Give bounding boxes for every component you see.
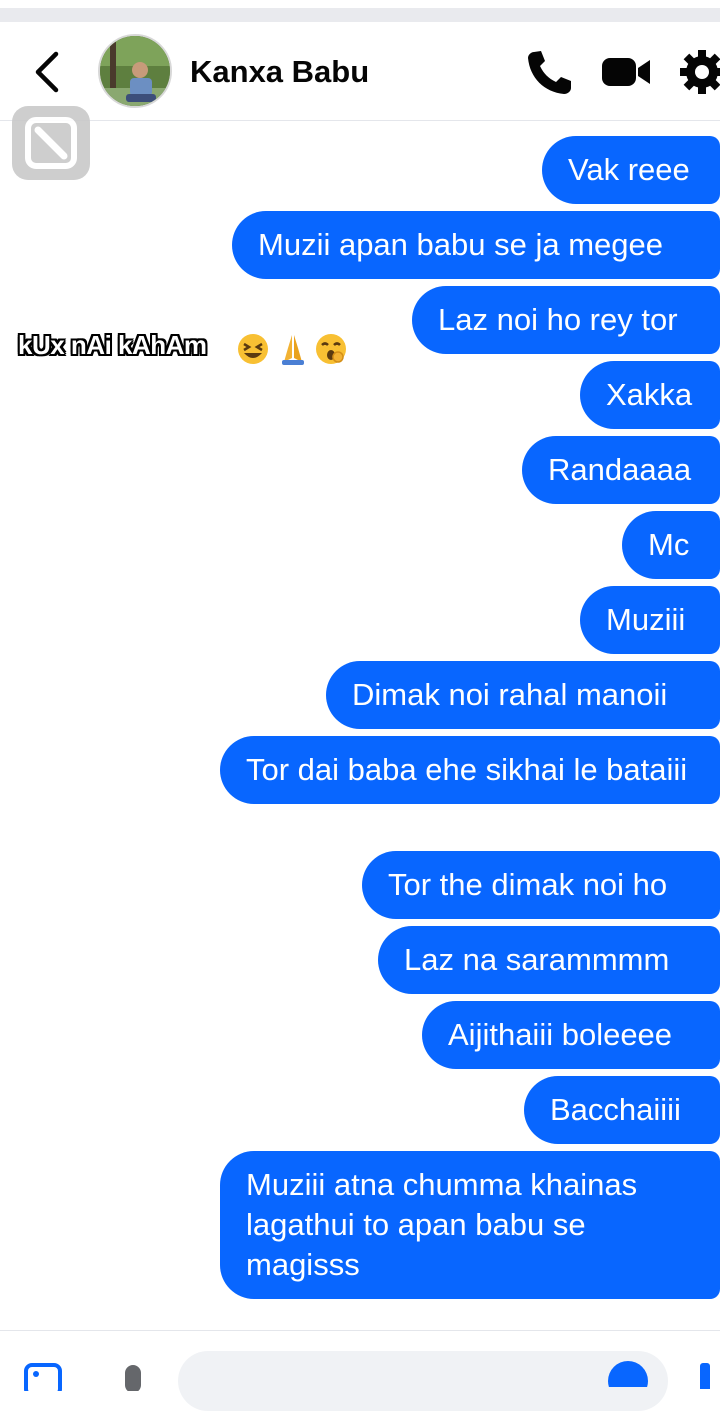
message-input[interactable] bbox=[178, 1351, 668, 1411]
message-bubble[interactable]: Muzii apan babu se ja megee bbox=[232, 211, 720, 279]
status-bar bbox=[0, 0, 720, 22]
caption-emojis bbox=[236, 332, 356, 366]
message-list[interactable]: Vak reee Muzii apan babu se ja megee Laz… bbox=[0, 130, 720, 1310]
chat-header: Kanxa Babu bbox=[0, 22, 720, 121]
message-bubble[interactable]: Muziii bbox=[580, 586, 720, 654]
message-bubble[interactable]: Bacchaiiii bbox=[524, 1076, 720, 1144]
chevron-left-icon bbox=[35, 51, 59, 93]
message-bubble[interactable]: Dimak noi rahal manoii bbox=[326, 661, 720, 729]
message-bubble[interactable]: Tor dai baba ehe sikhai le bataiii bbox=[220, 736, 720, 804]
avatar-photo bbox=[100, 36, 170, 106]
image-icon[interactable] bbox=[24, 1361, 64, 1391]
message-composer bbox=[0, 1330, 720, 1411]
folded-hands-icon bbox=[282, 335, 304, 365]
emoji-icon[interactable] bbox=[604, 1357, 652, 1387]
settings-button[interactable] bbox=[672, 46, 720, 98]
message-bubble[interactable]: Muziii atna chumma khainas lagathui to a… bbox=[220, 1151, 720, 1299]
message-bubble[interactable]: Mc bbox=[622, 511, 720, 579]
overlay-caption: kUx nAi kAhAm bbox=[18, 330, 207, 360]
message-bubble[interactable]: Laz noi ho rey tor bbox=[412, 286, 720, 354]
gear-icon bbox=[680, 50, 720, 94]
message-bubble[interactable]: Tor the dimak noi ho bbox=[362, 851, 720, 919]
message-bubble[interactable]: Aijithaiii boleeee bbox=[422, 1001, 720, 1069]
message-bubble[interactable]: Laz na sarammmm bbox=[378, 926, 720, 994]
call-button[interactable] bbox=[522, 46, 578, 98]
avatar[interactable] bbox=[98, 34, 172, 108]
yawning-face-icon bbox=[316, 334, 346, 364]
video-camera-icon bbox=[602, 58, 650, 86]
microphone-icon[interactable] bbox=[120, 1361, 146, 1391]
back-button[interactable] bbox=[28, 50, 68, 94]
phone-icon bbox=[528, 51, 571, 94]
message-bubble[interactable]: Xakka bbox=[580, 361, 720, 429]
message-bubble[interactable]: Vak reee bbox=[542, 136, 720, 204]
contact-name[interactable]: Kanxa Babu bbox=[190, 54, 369, 90]
video-call-button[interactable] bbox=[598, 46, 654, 98]
laughing-face-icon bbox=[238, 334, 268, 364]
message-bubble[interactable]: Randaaaa bbox=[522, 436, 720, 504]
like-icon[interactable] bbox=[692, 1359, 720, 1389]
